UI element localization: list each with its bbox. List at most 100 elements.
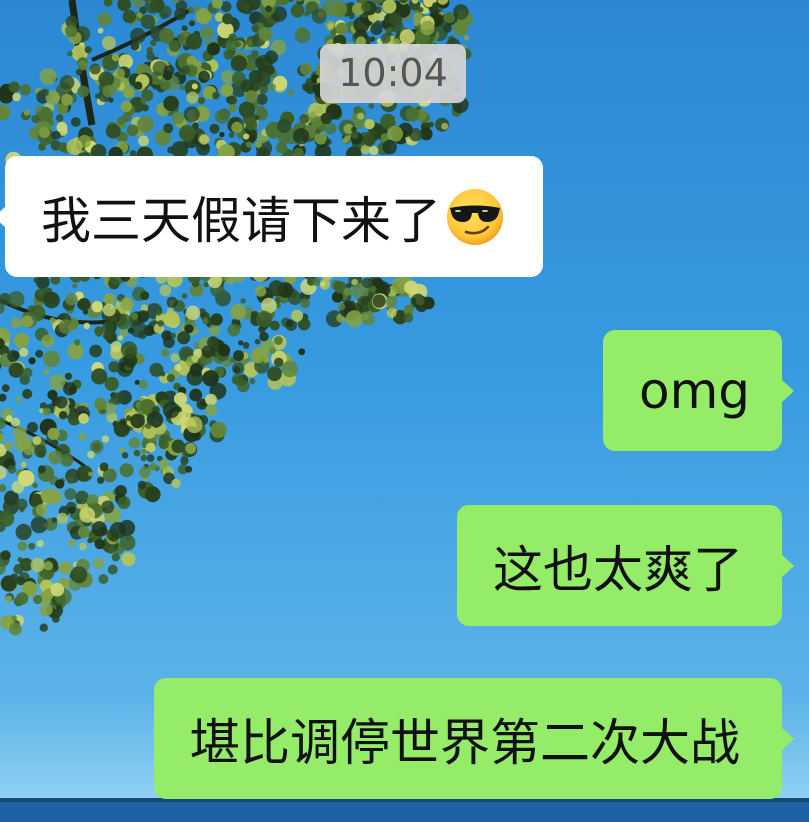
leaf (87, 450, 95, 459)
leaf (17, 541, 28, 551)
leaf (198, 70, 211, 83)
leaf (254, 338, 261, 345)
leaf (47, 427, 60, 440)
incoming-message-bubble[interactable]: 我三天假请下来了 (0, 156, 543, 277)
leaf (191, 355, 199, 363)
leaf (134, 81, 143, 90)
leaf (220, 83, 234, 97)
leaf (159, 459, 169, 469)
leaf (191, 83, 198, 90)
outgoing-message-bubble[interactable]: omg (603, 330, 794, 451)
leaf (117, 0, 123, 6)
leaf (300, 298, 311, 309)
leaf (33, 277, 40, 284)
leaf (239, 380, 246, 387)
leaf (36, 288, 45, 296)
leaf (299, 62, 313, 76)
leaf (91, 368, 108, 385)
leaf (324, 122, 337, 135)
leaf (130, 413, 145, 429)
leaf (457, 9, 467, 20)
leaf (19, 347, 29, 357)
leaf (351, 132, 359, 139)
leaf (138, 330, 147, 340)
leaf (441, 122, 449, 130)
leaf (79, 507, 96, 523)
leaf (292, 128, 310, 145)
leaf (60, 453, 74, 467)
leaf (145, 442, 156, 453)
leaf (325, 138, 332, 146)
leaf (64, 488, 77, 500)
leaf (40, 488, 57, 504)
leaf (108, 97, 114, 103)
leaf (251, 50, 259, 58)
leaf (291, 309, 304, 322)
leaf (15, 523, 32, 541)
leaf (122, 9, 136, 24)
leaf (290, 3, 305, 18)
leaf (145, 422, 152, 430)
leaf (343, 287, 352, 296)
leaf (330, 0, 348, 18)
outgoing-message-bubble[interactable]: 这也太爽了 (457, 505, 794, 626)
leaf (228, 132, 235, 139)
leaf (228, 104, 237, 113)
leaf (146, 51, 155, 61)
leaf (107, 545, 116, 554)
leaf (127, 327, 135, 334)
leaf (50, 582, 65, 597)
leaf (56, 512, 68, 524)
leaf (41, 88, 49, 97)
leaf (405, 107, 420, 122)
leaf (15, 396, 22, 403)
leaf (43, 522, 49, 528)
leaf (137, 480, 147, 490)
leaf (463, 35, 470, 41)
leaf (77, 298, 91, 311)
leaf (4, 442, 13, 450)
leaf (228, 33, 237, 42)
leaf (242, 341, 250, 349)
leaf (57, 142, 68, 152)
leaf (137, 12, 143, 18)
leaf (320, 281, 326, 287)
leaf (155, 310, 162, 316)
leaf (185, 465, 193, 473)
leaf (386, 307, 397, 318)
leaf (230, 55, 248, 72)
leaf (267, 366, 282, 382)
leaf (369, 145, 379, 156)
outgoing-message-bubble[interactable]: 堪比调停世界第二次大战 (154, 678, 794, 799)
leaf (411, 293, 425, 307)
leaf (5, 595, 12, 603)
leaf (51, 439, 59, 447)
leaf (157, 320, 164, 327)
leaf (89, 63, 101, 75)
leaf (177, 331, 191, 345)
leaf (202, 370, 219, 387)
leaf (140, 98, 147, 104)
leaf (18, 470, 35, 487)
leaf (166, 296, 178, 308)
leaf (68, 539, 76, 547)
leaf (158, 439, 169, 450)
leaf (227, 95, 238, 105)
leaf (210, 421, 227, 439)
leaf (264, 50, 278, 64)
leaf (21, 315, 34, 328)
leaf (83, 322, 91, 330)
leaf (255, 285, 267, 297)
leaf (235, 41, 241, 48)
leaf (68, 506, 76, 514)
leaf (141, 448, 147, 454)
leaf (200, 26, 214, 40)
leaf (38, 465, 46, 473)
leaf (171, 478, 181, 488)
leaf (353, 16, 370, 33)
leaf (35, 349, 44, 358)
leaf (233, 366, 241, 374)
leaf (37, 449, 46, 458)
leaf (166, 373, 175, 383)
leaf (197, 96, 206, 105)
